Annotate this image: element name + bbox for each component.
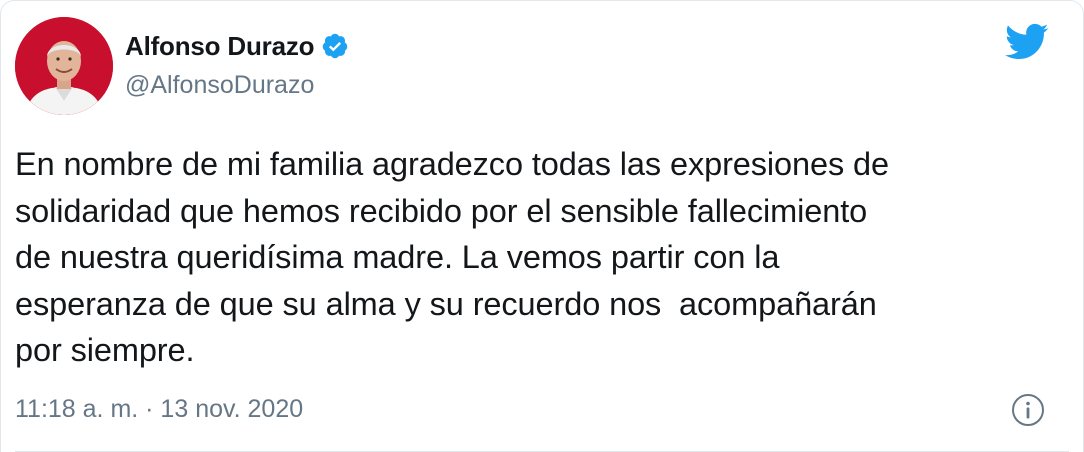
author-name-row[interactable]: Alfonso Durazo [125,27,349,65]
tweet-text: En nombre de mi familia agradezco todas … [15,146,889,368]
twitter-bird-icon[interactable] [1005,23,1049,61]
author-handle[interactable]: @AlfonsoDurazo [125,71,314,100]
info-circle-icon[interactable] [1011,393,1045,427]
tweet-timestamp[interactable]: 11:18 a. m. · 13 nov. 2020 [15,395,303,424]
verified-badge-icon [321,32,349,60]
avatar[interactable] [15,17,113,115]
avatar-image [15,17,113,115]
tweet-card: Alfonso Durazo @AlfonsoDurazo En nombre … [0,0,1084,452]
author-name[interactable]: Alfonso Durazo [125,31,315,62]
